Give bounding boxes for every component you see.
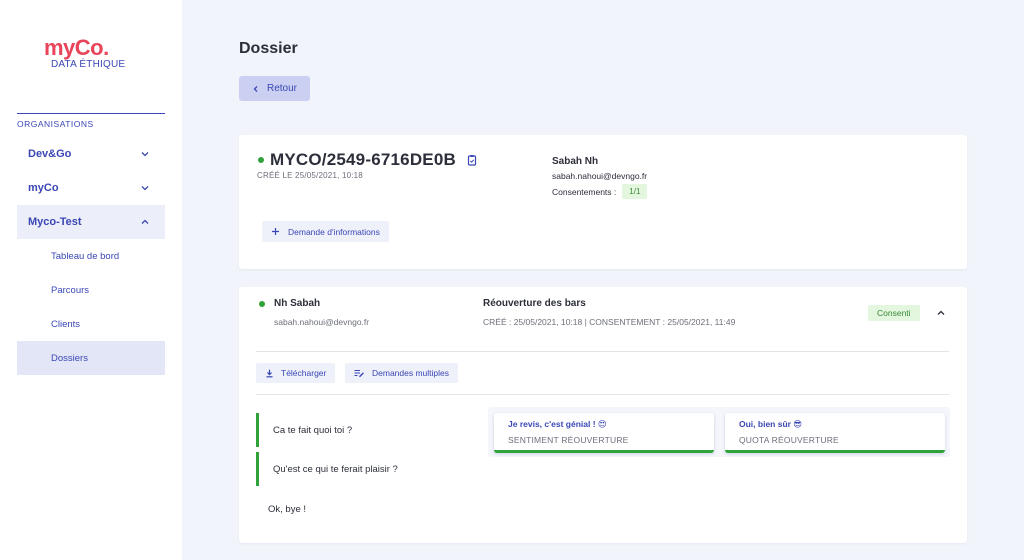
dossier-created-date: CRÉÉ LE 25/05/2021, 10:18 bbox=[257, 171, 363, 180]
client-name: Sabah Nh bbox=[552, 156, 599, 167]
question-item[interactable]: Qu'est ce qui te ferait plaisir ? bbox=[256, 452, 398, 486]
chevron-up-icon bbox=[141, 219, 149, 224]
multiple-requests-label: Demandes multiples bbox=[372, 368, 450, 378]
clipboard-icon[interactable] bbox=[466, 154, 478, 166]
parcours-entry-card: Nh Sabah sabah.nahoui@devngo.fr Réouvert… bbox=[239, 287, 967, 543]
sidebar-item-clients[interactable]: Clients bbox=[17, 307, 165, 341]
multiple-requests-button[interactable]: Demandes multiples bbox=[345, 363, 459, 383]
dossier-card: MYCO/2549-6716DE0B CRÉÉ LE 25/05/2021, 1… bbox=[239, 135, 967, 269]
download-button-label: Télécharger bbox=[281, 368, 327, 378]
sidebar-org-label: myCo bbox=[28, 182, 59, 194]
dossier-header: MYCO/2549-6716DE0B bbox=[258, 150, 478, 170]
status-dot-icon bbox=[259, 300, 265, 307]
chevron-down-icon bbox=[141, 186, 149, 191]
consent-label: Consentements : bbox=[552, 186, 617, 197]
question-item[interactable]: Ok, bye ! bbox=[256, 492, 306, 526]
logo[interactable]: myCo. DATA ÉTHIQUE bbox=[44, 35, 144, 71]
sidebar-item-parcours[interactable]: Parcours bbox=[17, 273, 165, 307]
sidebar-item-tableau-de-bord[interactable]: Tableau de bord bbox=[17, 239, 165, 273]
answer-key: SENTIMENT RÉOUVERTURE bbox=[508, 435, 629, 445]
answer-value: Je revis, c'est génial ! 😍 bbox=[508, 419, 607, 429]
page-title: Dossier bbox=[239, 40, 298, 57]
logo-tagline: DATA ÉTHIQUE bbox=[51, 59, 126, 70]
back-button[interactable]: Retour bbox=[239, 76, 310, 101]
person-email: sabah.nahoui@devngo.fr bbox=[274, 317, 370, 327]
request-information-label: Demande d'informations bbox=[288, 226, 380, 237]
logo-prefix: my bbox=[44, 35, 75, 60]
sidebar-org-label: Myco-Test bbox=[28, 216, 82, 228]
sidebar-item-dossiers[interactable]: Dossiers bbox=[17, 341, 165, 375]
answer-card[interactable]: Oui, bien sûr 😎 QUOTA RÉOUVERTURE bbox=[725, 413, 945, 453]
chevron-left-icon bbox=[253, 85, 258, 92]
download-button[interactable]: Télécharger bbox=[256, 363, 336, 383]
entry-person: Nh Sabah bbox=[259, 298, 320, 309]
person-name: Nh Sabah bbox=[274, 298, 321, 309]
back-button-label: Retour bbox=[266, 83, 297, 94]
sidebar-org-myco-test[interactable]: Myco-Test bbox=[17, 205, 165, 239]
sidebar-org-myco[interactable]: myCo bbox=[17, 171, 165, 205]
status-dot-icon bbox=[258, 157, 264, 163]
organisations-header: ORGANISATIONS bbox=[17, 119, 94, 129]
answer-card[interactable]: Je revis, c'est génial ! 😍 SENTIMENT RÉO… bbox=[494, 413, 714, 453]
answer-value: Oui, bien sûr 😎 bbox=[739, 419, 803, 429]
consent-row: Consentements : 1/1 bbox=[552, 184, 648, 199]
sidebar-org-label: Dev&Go bbox=[28, 148, 72, 160]
divider bbox=[256, 351, 949, 352]
chevron-up-icon[interactable] bbox=[935, 307, 947, 319]
download-icon bbox=[266, 369, 273, 377]
chevron-down-icon bbox=[141, 152, 149, 157]
edit-list-icon bbox=[354, 369, 364, 377]
question-item[interactable]: Ca te fait quoi toi ? bbox=[256, 413, 352, 447]
parcours-name: Réouverture des bars bbox=[483, 298, 586, 309]
parcours-dates: CRÉÉ : 25/05/2021, 10:18 | CONSENTEMENT … bbox=[483, 317, 736, 327]
client-email: sabah.nahoui@devngo.fr bbox=[552, 171, 648, 181]
divider bbox=[256, 394, 949, 395]
sidebar-divider bbox=[17, 113, 165, 114]
plus-icon bbox=[272, 228, 279, 235]
sidebar: myCo. DATA ÉTHIQUE ORGANISATIONS Dev&Go … bbox=[0, 0, 182, 560]
sidebar-org-devgo[interactable]: Dev&Go bbox=[17, 137, 165, 171]
answer-key: QUOTA RÉOUVERTURE bbox=[739, 435, 839, 445]
status-badge: Consenti bbox=[868, 305, 920, 321]
logo-suffix: Co. bbox=[74, 35, 109, 60]
request-information-button[interactable]: Demande d'informations bbox=[262, 221, 389, 242]
dossier-id: MYCO/2549-6716DE0B bbox=[270, 150, 456, 169]
consent-count-badge: 1/1 bbox=[622, 184, 648, 199]
